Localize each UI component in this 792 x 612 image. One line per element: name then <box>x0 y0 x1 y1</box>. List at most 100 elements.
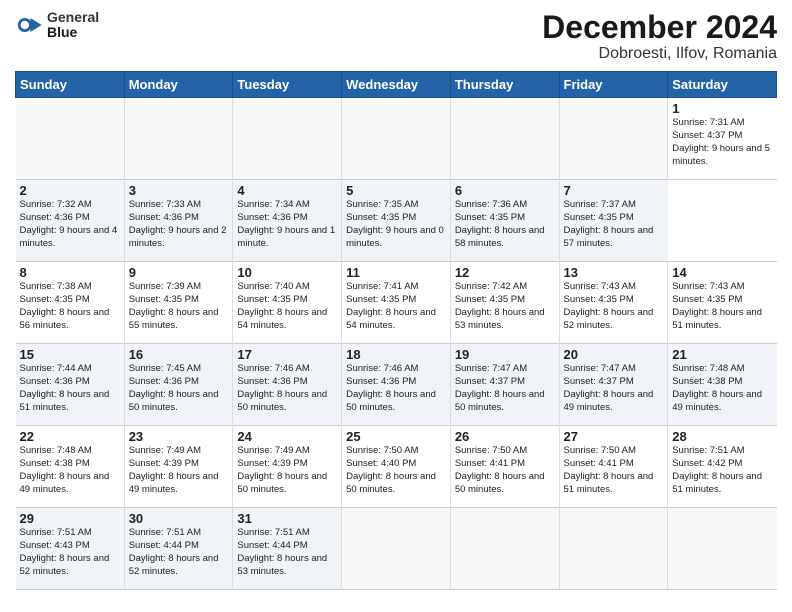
calendar-cell: 21Sunrise: 7:48 AMSunset: 4:38 PMDayligh… <box>668 344 777 426</box>
day-info: Sunrise: 7:45 AMSunset: 4:36 PMDaylight:… <box>129 363 229 414</box>
calendar-cell: 10Sunrise: 7:40 AMSunset: 4:35 PMDayligh… <box>233 262 342 344</box>
header-day-thursday: Thursday <box>450 72 559 98</box>
day-number: 6 <box>455 183 555 198</box>
day-info: Sunrise: 7:40 AMSunset: 4:35 PMDaylight:… <box>237 281 337 332</box>
day-number: 25 <box>346 429 446 444</box>
day-info: Sunrise: 7:50 AMSunset: 4:41 PMDaylight:… <box>455 445 555 496</box>
day-info: Sunrise: 7:43 AMSunset: 4:35 PMDaylight:… <box>672 281 772 332</box>
calendar-cell: 9Sunrise: 7:39 AMSunset: 4:35 PMDaylight… <box>124 262 233 344</box>
calendar-cell <box>233 98 342 180</box>
day-number: 22 <box>20 429 120 444</box>
title-block: December 2024 Dobroesti, Ilfov, Romania <box>542 10 777 63</box>
header-day-wednesday: Wednesday <box>342 72 451 98</box>
calendar-cell <box>559 98 668 180</box>
day-number: 2 <box>20 183 120 198</box>
header-day-monday: Monday <box>124 72 233 98</box>
day-info: Sunrise: 7:37 AMSunset: 4:35 PMDaylight:… <box>564 199 664 250</box>
calendar-week-2: 2Sunrise: 7:32 AMSunset: 4:36 PMDaylight… <box>16 180 777 262</box>
calendar-cell: 5Sunrise: 7:35 AMSunset: 4:35 PMDaylight… <box>342 180 451 262</box>
day-number: 13 <box>564 265 664 280</box>
logo-line1: General <box>47 10 99 25</box>
calendar-cell <box>559 508 668 590</box>
header-day-tuesday: Tuesday <box>233 72 342 98</box>
calendar-cell <box>342 98 451 180</box>
day-number: 21 <box>672 347 772 362</box>
calendar-cell: 22Sunrise: 7:48 AMSunset: 4:38 PMDayligh… <box>16 426 125 508</box>
calendar-cell: 24Sunrise: 7:49 AMSunset: 4:39 PMDayligh… <box>233 426 342 508</box>
day-info: Sunrise: 7:51 AMSunset: 4:42 PMDaylight:… <box>672 445 772 496</box>
day-number: 15 <box>20 347 120 362</box>
day-info: Sunrise: 7:47 AMSunset: 4:37 PMDaylight:… <box>455 363 555 414</box>
calendar-cell: 2Sunrise: 7:32 AMSunset: 4:36 PMDaylight… <box>16 180 125 262</box>
calendar-cell: 7Sunrise: 7:37 AMSunset: 4:35 PMDaylight… <box>559 180 668 262</box>
header: General Blue December 2024 Dobroesti, Il… <box>15 10 777 63</box>
day-info: Sunrise: 7:50 AMSunset: 4:40 PMDaylight:… <box>346 445 446 496</box>
calendar-cell: 4Sunrise: 7:34 AMSunset: 4:36 PMDaylight… <box>233 180 342 262</box>
day-info: Sunrise: 7:48 AMSunset: 4:38 PMDaylight:… <box>20 445 120 496</box>
calendar-cell: 1Sunrise: 7:31 AMSunset: 4:37 PMDaylight… <box>668 98 777 180</box>
day-number: 7 <box>564 183 664 198</box>
day-number: 31 <box>237 511 337 526</box>
day-info: Sunrise: 7:33 AMSunset: 4:36 PMDaylight:… <box>129 199 229 250</box>
calendar-table: SundayMondayTuesdayWednesdayThursdayFrid… <box>15 71 777 590</box>
calendar-cell <box>450 508 559 590</box>
calendar-cell <box>124 98 233 180</box>
header-day-sunday: Sunday <box>16 72 125 98</box>
day-number: 12 <box>455 265 555 280</box>
header-day-friday: Friday <box>559 72 668 98</box>
day-info: Sunrise: 7:46 AMSunset: 4:36 PMDaylight:… <box>237 363 337 414</box>
day-number: 19 <box>455 347 555 362</box>
calendar-cell <box>450 98 559 180</box>
day-info: Sunrise: 7:34 AMSunset: 4:36 PMDaylight:… <box>237 199 337 250</box>
day-number: 24 <box>237 429 337 444</box>
calendar-cell: 8Sunrise: 7:38 AMSunset: 4:35 PMDaylight… <box>16 262 125 344</box>
day-info: Sunrise: 7:49 AMSunset: 4:39 PMDaylight:… <box>129 445 229 496</box>
calendar-cell: 12Sunrise: 7:42 AMSunset: 4:35 PMDayligh… <box>450 262 559 344</box>
day-info: Sunrise: 7:51 AMSunset: 4:44 PMDaylight:… <box>129 527 229 578</box>
logo-text: General Blue <box>47 10 99 41</box>
day-number: 29 <box>20 511 120 526</box>
day-number: 9 <box>129 265 229 280</box>
day-info: Sunrise: 7:38 AMSunset: 4:35 PMDaylight:… <box>20 281 120 332</box>
day-info: Sunrise: 7:44 AMSunset: 4:36 PMDaylight:… <box>20 363 120 414</box>
day-info: Sunrise: 7:35 AMSunset: 4:35 PMDaylight:… <box>346 199 446 250</box>
day-info: Sunrise: 7:46 AMSunset: 4:36 PMDaylight:… <box>346 363 446 414</box>
day-number: 23 <box>129 429 229 444</box>
calendar-cell: 31Sunrise: 7:51 AMSunset: 4:44 PMDayligh… <box>233 508 342 590</box>
calendar-cell: 16Sunrise: 7:45 AMSunset: 4:36 PMDayligh… <box>124 344 233 426</box>
day-info: Sunrise: 7:47 AMSunset: 4:37 PMDaylight:… <box>564 363 664 414</box>
day-number: 8 <box>20 265 120 280</box>
logo-icon <box>15 11 43 39</box>
day-number: 20 <box>564 347 664 362</box>
day-number: 14 <box>672 265 772 280</box>
header-day-saturday: Saturday <box>668 72 777 98</box>
day-info: Sunrise: 7:43 AMSunset: 4:35 PMDaylight:… <box>564 281 664 332</box>
calendar-cell: 20Sunrise: 7:47 AMSunset: 4:37 PMDayligh… <box>559 344 668 426</box>
calendar-cell: 25Sunrise: 7:50 AMSunset: 4:40 PMDayligh… <box>342 426 451 508</box>
calendar-cell <box>16 98 125 180</box>
page-title: December 2024 <box>542 10 777 45</box>
calendar-cell: 6Sunrise: 7:36 AMSunset: 4:35 PMDaylight… <box>450 180 559 262</box>
calendar-cell: 3Sunrise: 7:33 AMSunset: 4:36 PMDaylight… <box>124 180 233 262</box>
day-number: 28 <box>672 429 772 444</box>
calendar-cell: 18Sunrise: 7:46 AMSunset: 4:36 PMDayligh… <box>342 344 451 426</box>
calendar-header-row: SundayMondayTuesdayWednesdayThursdayFrid… <box>16 72 777 98</box>
day-info: Sunrise: 7:51 AMSunset: 4:44 PMDaylight:… <box>237 527 337 578</box>
day-info: Sunrise: 7:50 AMSunset: 4:41 PMDaylight:… <box>564 445 664 496</box>
day-number: 3 <box>129 183 229 198</box>
page-container: General Blue December 2024 Dobroesti, Il… <box>0 0 792 595</box>
calendar-week-1: 1Sunrise: 7:31 AMSunset: 4:37 PMDaylight… <box>16 98 777 180</box>
day-info: Sunrise: 7:48 AMSunset: 4:38 PMDaylight:… <box>672 363 772 414</box>
day-number: 30 <box>129 511 229 526</box>
calendar-cell: 13Sunrise: 7:43 AMSunset: 4:35 PMDayligh… <box>559 262 668 344</box>
calendar-cell: 30Sunrise: 7:51 AMSunset: 4:44 PMDayligh… <box>124 508 233 590</box>
calendar-cell <box>668 508 777 590</box>
day-number: 5 <box>346 183 446 198</box>
calendar-cell <box>342 508 451 590</box>
calendar-cell: 26Sunrise: 7:50 AMSunset: 4:41 PMDayligh… <box>450 426 559 508</box>
day-info: Sunrise: 7:51 AMSunset: 4:43 PMDaylight:… <box>20 527 120 578</box>
calendar-cell: 19Sunrise: 7:47 AMSunset: 4:37 PMDayligh… <box>450 344 559 426</box>
calendar-week-4: 15Sunrise: 7:44 AMSunset: 4:36 PMDayligh… <box>16 344 777 426</box>
day-info: Sunrise: 7:31 AMSunset: 4:37 PMDaylight:… <box>672 117 772 168</box>
calendar-cell: 11Sunrise: 7:41 AMSunset: 4:35 PMDayligh… <box>342 262 451 344</box>
